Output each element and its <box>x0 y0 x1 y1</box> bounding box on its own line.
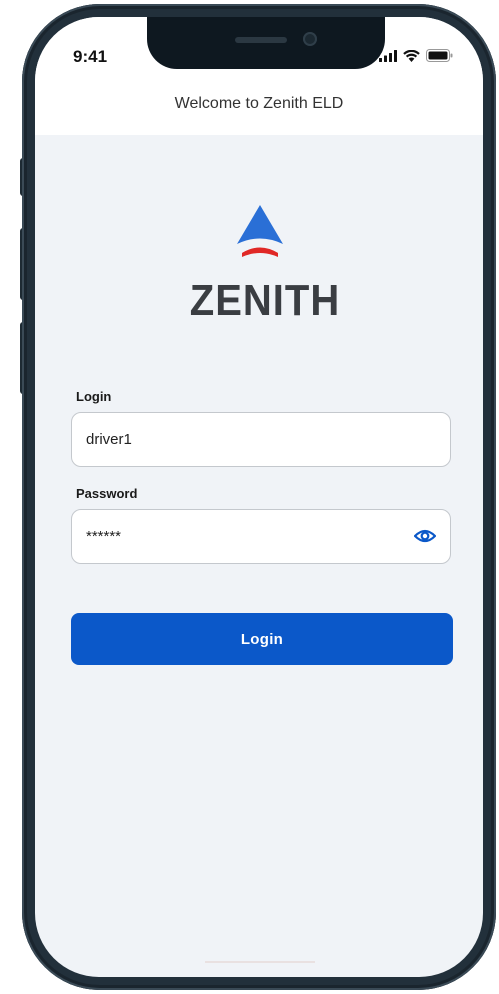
app-screen: 9:41 Welcome to Zenith ELD ZENITH Login … <box>35 17 483 977</box>
login-label: Login <box>76 389 112 404</box>
status-icons <box>379 49 453 62</box>
home-indicator <box>205 961 315 963</box>
status-time: 9:41 <box>73 47 108 66</box>
wifi-icon <box>403 49 420 62</box>
password-input-value: ****** <box>86 528 122 545</box>
battery-icon <box>426 49 453 62</box>
brand-wordmark: ZENITH <box>189 277 341 325</box>
signal-icon <box>379 49 397 62</box>
login-input-value: driver1 <box>86 431 132 448</box>
notch <box>147 17 385 69</box>
speaker-grille <box>235 37 287 43</box>
app-header: 9:41 Welcome to Zenith ELD <box>35 17 483 135</box>
front-camera <box>303 32 317 46</box>
eye-icon[interactable] <box>414 527 436 545</box>
page-title: Welcome to Zenith ELD <box>174 95 344 112</box>
login-button[interactable]: Login <box>71 613 453 665</box>
password-label: Password <box>76 486 138 501</box>
password-input[interactable]: ****** <box>71 509 451 564</box>
login-input[interactable]: driver1 <box>71 412 451 467</box>
